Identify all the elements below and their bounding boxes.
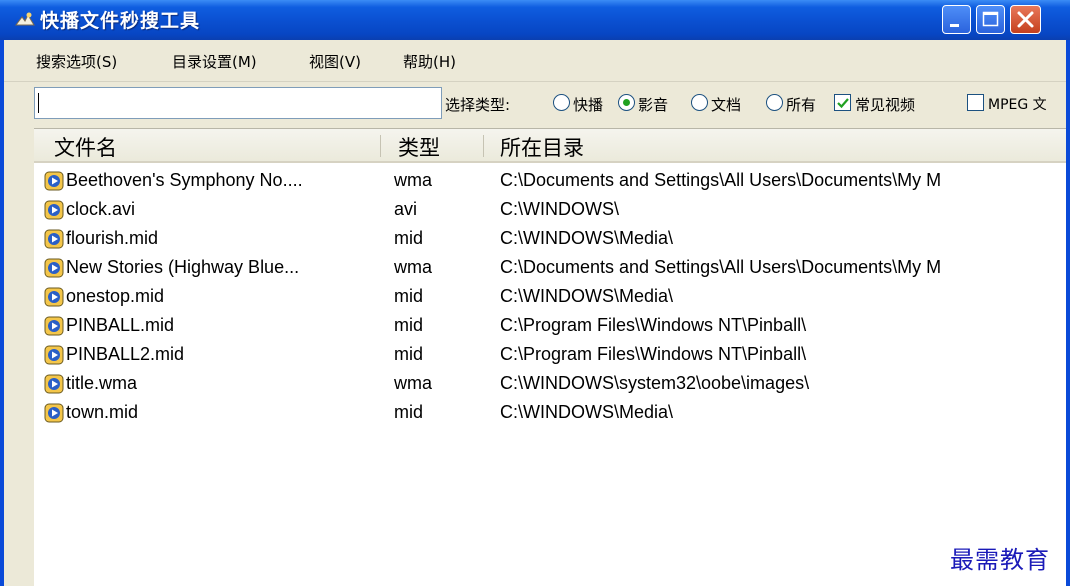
radio-documents[interactable] <box>691 94 708 111</box>
media-file-icon <box>44 258 64 278</box>
table-row[interactable]: clock.avi avi C:\WINDOWS\ <box>34 195 1066 224</box>
minimize-icon <box>950 24 959 27</box>
menu-directory-settings[interactable]: 目录设置(M) <box>172 51 257 72</box>
media-file-icon <box>44 403 64 423</box>
menu-help[interactable]: 帮助(H) <box>403 51 456 72</box>
table-row[interactable]: onestop.mid mid C:\WINDOWS\Media\ <box>34 282 1066 311</box>
file-name-cell: flourish.mid <box>66 228 159 248</box>
media-file-icon <box>44 374 64 394</box>
table-row[interactable]: title.wma wma C:\WINDOWS\system32\oobe\i… <box>34 369 1066 398</box>
window-title: 快播文件秒搜工具 <box>40 10 201 32</box>
table-row[interactable]: PINBALL.mid mid C:\Program Files\Windows… <box>34 311 1066 340</box>
watermark-text: 最需教育 <box>950 546 1050 574</box>
column-divider[interactable] <box>483 135 484 157</box>
type-filter-label: 选择类型: <box>445 96 511 114</box>
media-file-icon <box>44 229 64 249</box>
radio-kuaibo-label: 快播 <box>573 96 604 114</box>
table-row[interactable]: flourish.mid mid C:\WINDOWS\Media\ <box>34 224 1066 253</box>
radio-selected-dot <box>623 99 630 106</box>
file-directory-cell: C:\Program Files\Windows NT\Pinball\ <box>500 315 807 335</box>
app-logo-icon <box>15 12 35 26</box>
file-name-cell: New Stories (Highway Blue... <box>66 257 300 277</box>
maximize-icon <box>982 11 999 27</box>
column-header-filename[interactable]: 文件名 <box>54 132 117 162</box>
check-icon <box>837 98 849 109</box>
table-row[interactable]: PINBALL2.mid mid C:\Program Files\Window… <box>34 340 1066 369</box>
checkbox-common-video-label: 常见视频 <box>855 96 916 114</box>
file-name-cell: town.mid <box>66 402 139 422</box>
media-file-icon <box>44 287 64 307</box>
search-toolbar: 选择类型: 快播 影音 文档 所有 常见视频 MPEG 文 <box>4 82 1066 128</box>
file-type-cell: mid <box>394 228 424 248</box>
file-type-cell: mid <box>394 315 424 335</box>
media-file-icon <box>44 200 64 220</box>
column-header-type[interactable]: 类型 <box>398 132 440 162</box>
column-header-directory[interactable]: 所在目录 <box>500 132 584 162</box>
app-window: 快播文件秒搜工具 搜索选项(S) 目录设置(M) 视图(V) 帮助(H) 选择类… <box>0 0 1070 587</box>
file-directory-cell: C:\WINDOWS\ <box>500 199 619 219</box>
table-row[interactable]: Beethoven's Symphony No.... wma C:\Docum… <box>34 166 1066 195</box>
maximize-button[interactable] <box>976 5 1005 34</box>
file-type-cell: mid <box>394 402 424 422</box>
file-type-cell: mid <box>394 286 424 306</box>
media-file-icon <box>44 345 64 365</box>
file-directory-cell: C:\WINDOWS\Media\ <box>500 228 674 248</box>
file-directory-cell: C:\WINDOWS\Media\ <box>500 402 674 422</box>
file-name-cell: onestop.mid <box>66 286 165 306</box>
radio-media-label: 影音 <box>638 96 669 114</box>
file-directory-cell: C:\Program Files\Windows NT\Pinball\ <box>500 344 807 364</box>
radio-all-label: 所有 <box>786 96 817 114</box>
window-left-margin <box>4 128 34 586</box>
file-name-cell: PINBALL.mid <box>66 315 175 335</box>
file-name-cell: PINBALL2.mid <box>66 344 185 364</box>
file-directory-cell: C:\Documents and Settings\All Users\Docu… <box>500 257 942 277</box>
file-directory-cell: C:\WINDOWS\system32\oobe\images\ <box>500 373 810 393</box>
file-name-cell: title.wma <box>66 373 138 393</box>
checkbox-common-video[interactable] <box>834 94 851 111</box>
radio-kuaibo[interactable] <box>553 94 570 111</box>
table-row[interactable]: New Stories (Highway Blue... wma C:\Docu… <box>34 253 1066 282</box>
radio-all[interactable] <box>766 94 783 111</box>
menu-bar: 搜索选项(S) 目录设置(M) 视图(V) 帮助(H) <box>4 40 1066 82</box>
radio-documents-label: 文档 <box>711 96 742 114</box>
file-name-cell: clock.avi <box>66 199 136 219</box>
checkbox-mpeg-label: MPEG 文 <box>988 97 1047 113</box>
radio-media[interactable] <box>618 94 635 111</box>
file-type-cell: wma <box>394 257 433 277</box>
file-type-cell: mid <box>394 344 424 364</box>
close-icon <box>1017 11 1034 28</box>
file-type-cell: wma <box>394 373 433 393</box>
table-row[interactable]: town.mid mid C:\WINDOWS\Media\ <box>34 398 1066 427</box>
checkbox-mpeg[interactable] <box>967 94 984 111</box>
file-type-cell: wma <box>394 170 433 190</box>
column-divider[interactable] <box>380 135 381 157</box>
file-type-cell: avi <box>394 199 418 219</box>
file-directory-cell: C:\WINDOWS\Media\ <box>500 286 674 306</box>
media-file-icon <box>44 316 64 336</box>
text-caret <box>38 93 39 113</box>
close-button[interactable] <box>1010 5 1041 34</box>
file-name-cell: Beethoven's Symphony No.... <box>66 170 303 190</box>
file-directory-cell: C:\Documents and Settings\All Users\Docu… <box>500 170 942 190</box>
list-header: 文件名 类型 所在目录 <box>34 129 1066 163</box>
menu-search-options[interactable]: 搜索选项(S) <box>36 51 117 72</box>
media-file-icon <box>44 171 64 191</box>
menu-view[interactable]: 视图(V) <box>309 51 361 72</box>
search-input[interactable] <box>34 87 442 119</box>
results-list[interactable]: 文件名 类型 所在目录 Beethoven's Symphony No.... … <box>34 128 1066 587</box>
minimize-button[interactable] <box>942 5 971 34</box>
title-bar[interactable]: 快播文件秒搜工具 <box>0 0 1070 40</box>
